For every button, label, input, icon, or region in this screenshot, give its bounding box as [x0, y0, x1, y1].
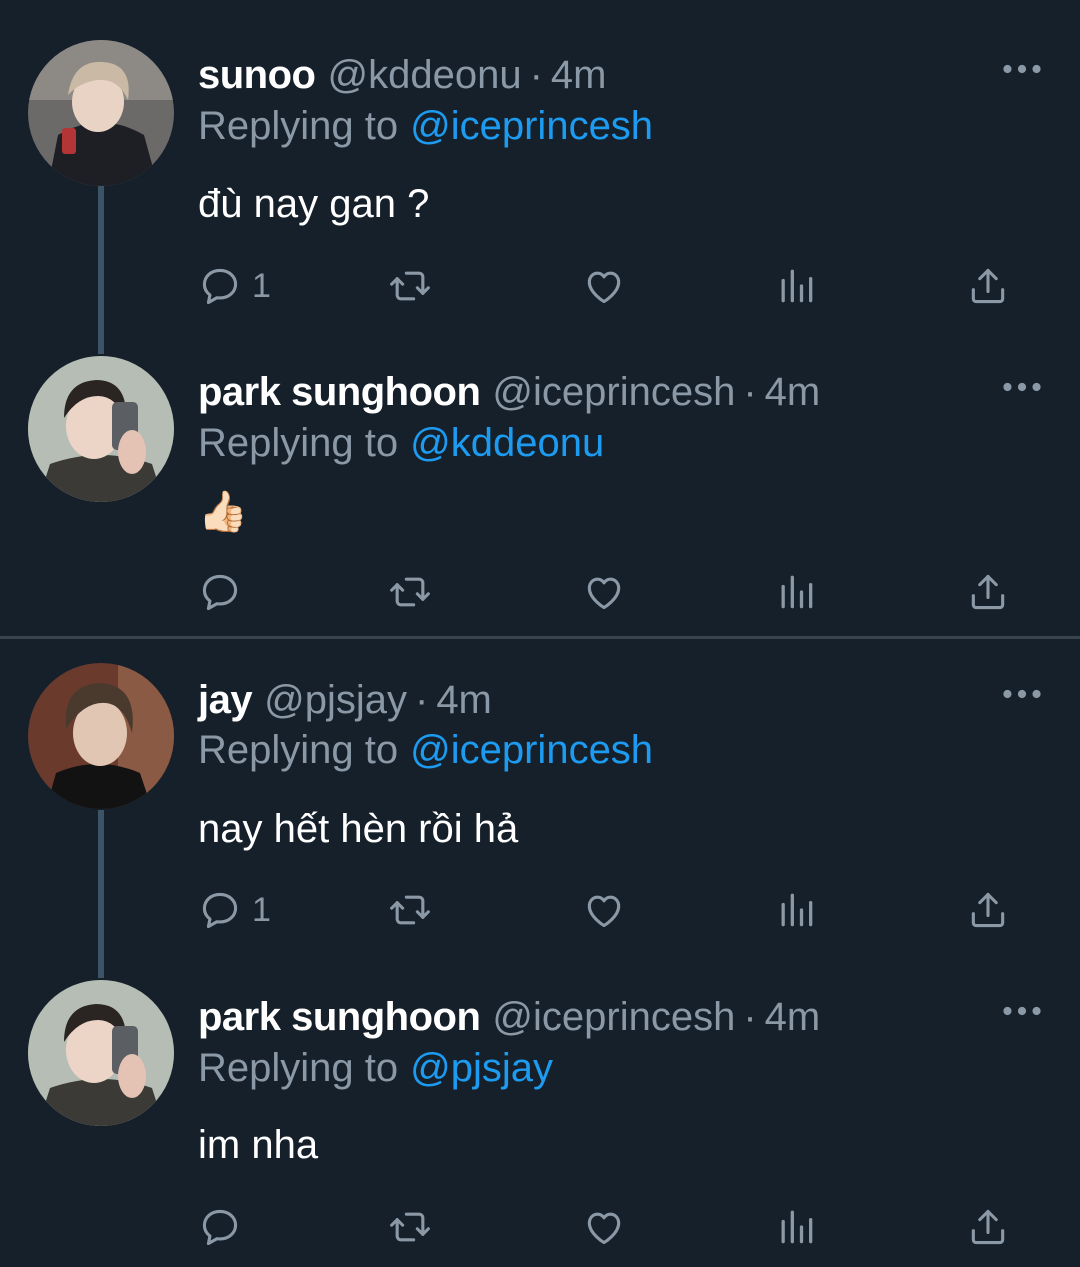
- reply-icon: [198, 570, 242, 614]
- replying-to-label: Replying to: [198, 104, 399, 148]
- timestamp[interactable]: 4m: [765, 362, 821, 422]
- views-button[interactable]: [774, 562, 818, 622]
- more-horizontal-icon[interactable]: [1000, 54, 1044, 84]
- separator: ·: [414, 678, 429, 722]
- tweet-text: im nha: [198, 1123, 319, 1167]
- tweet-thread: sunoo @kddeonu · 4m Replying to @iceprinc…: [0, 0, 1080, 1267]
- tweet-text: nay hết hèn rồi hả: [198, 807, 519, 851]
- avatar[interactable]: [28, 663, 174, 809]
- separator: ·: [743, 370, 757, 414]
- tweet-text: 👍🏻: [198, 490, 248, 534]
- heart-icon: [582, 888, 626, 932]
- reply-icon: [198, 264, 242, 308]
- tweet-header: park sunghoon @iceprincesh · 4m: [198, 362, 820, 422]
- views-icon: [774, 1205, 818, 1249]
- reply-count: 1: [252, 266, 271, 305]
- share-button[interactable]: [966, 562, 1010, 622]
- retweet-button[interactable]: [388, 880, 432, 940]
- mention-link[interactable]: @kddeonu: [410, 421, 604, 465]
- reply-count: 1: [252, 890, 271, 929]
- reply-button[interactable]: [198, 562, 252, 622]
- replying-to: Replying to @pjsjay: [198, 1040, 553, 1096]
- more-horizontal-icon[interactable]: [1000, 679, 1044, 709]
- replying-to: Replying to @kddeonu: [198, 415, 604, 471]
- retweet-button[interactable]: [388, 562, 432, 622]
- like-button[interactable]: [582, 562, 626, 622]
- like-button[interactable]: [582, 256, 626, 316]
- share-button[interactable]: [966, 1197, 1010, 1257]
- user-handle[interactable]: @iceprincesh: [492, 987, 735, 1047]
- retweet-button[interactable]: [388, 1197, 432, 1257]
- views-icon: [774, 264, 818, 308]
- replying-to: Replying to @iceprincesh: [198, 98, 653, 154]
- mention-link[interactable]: @iceprincesh: [410, 728, 653, 772]
- share-icon: [966, 264, 1010, 308]
- share-icon: [966, 888, 1010, 932]
- share-icon: [966, 570, 1010, 614]
- display-name[interactable]: park sunghoon: [198, 987, 481, 1047]
- reply-button[interactable]: 1: [198, 880, 271, 940]
- timestamp[interactable]: 4m: [765, 987, 821, 1047]
- retweet-icon: [388, 264, 432, 308]
- user-handle[interactable]: @pjsjay: [264, 670, 407, 730]
- share-icon: [966, 1205, 1010, 1249]
- tweet-header: jay @pjsjay · 4m: [198, 670, 492, 730]
- heart-icon: [582, 570, 626, 614]
- like-button[interactable]: [582, 880, 626, 940]
- tweet-actions: [0, 562, 1080, 622]
- avatar[interactable]: [28, 980, 174, 1126]
- views-button[interactable]: [774, 880, 818, 940]
- views-icon: [774, 888, 818, 932]
- mention-link[interactable]: @pjsjay: [410, 1046, 553, 1090]
- reply-button[interactable]: 1: [198, 256, 271, 316]
- share-button[interactable]: [966, 880, 1010, 940]
- tweet-actions: 1: [0, 880, 1080, 940]
- tweet-header: sunoo @kddeonu · 4m: [198, 45, 606, 105]
- display-name[interactable]: jay: [198, 670, 253, 730]
- separator: ·: [529, 53, 543, 97]
- reply-button[interactable]: [198, 1197, 252, 1257]
- tweet-actions: [0, 1197, 1080, 1257]
- views-button[interactable]: [774, 256, 818, 316]
- share-button[interactable]: [966, 256, 1010, 316]
- retweet-icon: [388, 1205, 432, 1249]
- display-name[interactable]: sunoo: [198, 45, 316, 105]
- avatar[interactable]: [28, 356, 174, 502]
- tweet-header: park sunghoon @iceprincesh · 4m: [198, 987, 820, 1047]
- retweet-icon: [388, 888, 432, 932]
- heart-icon: [582, 1205, 626, 1249]
- retweet-button[interactable]: [388, 256, 432, 316]
- timestamp[interactable]: 4m: [551, 45, 607, 105]
- views-icon: [774, 570, 818, 614]
- heart-icon: [582, 264, 626, 308]
- tweet-text: đù nay gan ?: [198, 182, 430, 226]
- replying-to-label: Replying to: [198, 421, 399, 465]
- reply-icon: [198, 888, 242, 932]
- retweet-icon: [388, 570, 432, 614]
- mention-link[interactable]: @iceprincesh: [410, 104, 653, 148]
- user-handle[interactable]: @iceprincesh: [492, 362, 735, 422]
- more-horizontal-icon[interactable]: [1000, 372, 1044, 402]
- thread-divider: [0, 636, 1080, 639]
- avatar[interactable]: [28, 40, 174, 186]
- display-name[interactable]: park sunghoon: [198, 362, 481, 422]
- like-button[interactable]: [582, 1197, 626, 1257]
- views-button[interactable]: [774, 1197, 818, 1257]
- reply-icon: [198, 1205, 242, 1249]
- replying-to: Replying to @iceprincesh: [198, 722, 653, 778]
- tweet-actions: 1: [0, 256, 1080, 316]
- separator: ·: [743, 995, 757, 1039]
- more-horizontal-icon[interactable]: [1000, 996, 1044, 1026]
- user-handle[interactable]: @kddeonu: [327, 45, 521, 105]
- replying-to-label: Replying to: [198, 728, 399, 772]
- timestamp[interactable]: 4m: [436, 670, 492, 730]
- replying-to-label: Replying to: [198, 1046, 399, 1090]
